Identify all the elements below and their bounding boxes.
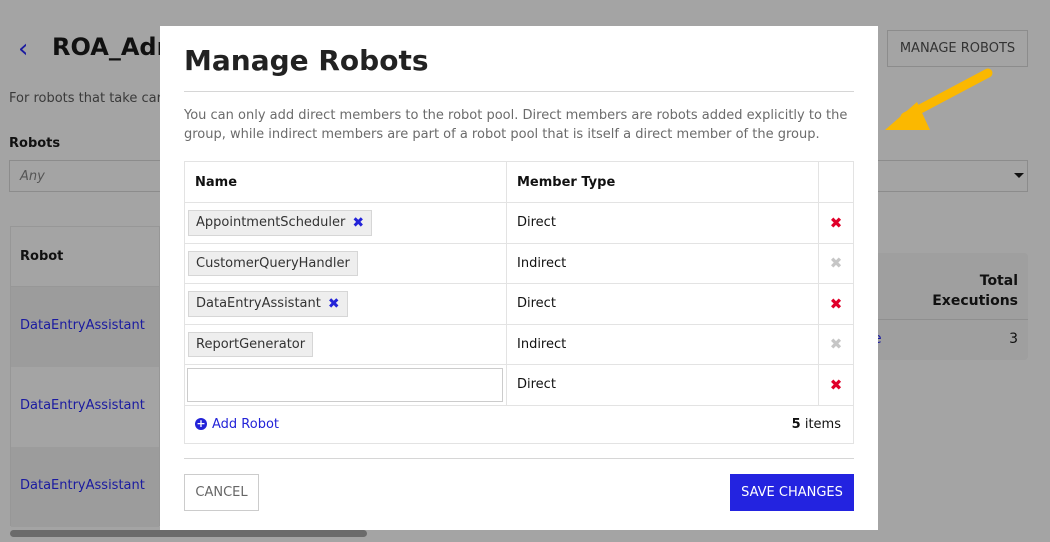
member-type: Indirect (507, 324, 819, 364)
delete-row-icon[interactable]: ✖ (819, 284, 853, 324)
table-header: Name Member Type (185, 162, 853, 203)
remove-chip-icon[interactable]: ✖ (328, 296, 340, 312)
remove-chip-icon[interactable]: ✖ (352, 215, 364, 231)
item-count: 5 items (792, 417, 841, 432)
member-type: Direct (507, 365, 819, 405)
robot-name: AppointmentScheduler (196, 215, 346, 231)
divider (184, 91, 854, 92)
column-header-robot: Robot (11, 227, 159, 287)
dialog-description: You can only add direct members to the r… (184, 108, 848, 142)
table-footer: + Add Robot 5 items (185, 406, 853, 443)
total-executions-value: 3 (1009, 331, 1018, 347)
caret-down-icon (1014, 173, 1024, 178)
robots-label: Robots (9, 136, 61, 151)
members-table: Name Member Type AppointmentScheduler ✖ D… (184, 161, 854, 444)
save-changes-button[interactable]: SAVE CHANGES (730, 474, 854, 511)
add-robot-label: Add Robot (212, 416, 280, 432)
robot-chip: CustomerQueryHandler (188, 250, 358, 276)
back-chevron-icon[interactable]: ‹ (18, 34, 28, 64)
divider (184, 458, 854, 459)
member-type: Direct (507, 284, 819, 324)
robot-name: DataEntryAssistant (196, 296, 321, 312)
table-row: AppointmentScheduler ✖ Direct ✖ (185, 203, 853, 244)
page-description: For robots that take care (9, 91, 170, 106)
member-type: Indirect (507, 243, 819, 283)
delete-row-icon[interactable]: ✖ (819, 203, 853, 243)
total-executions-header: Total Executions (932, 273, 1018, 309)
robot-chip: AppointmentScheduler ✖ (188, 209, 373, 236)
robot-name: ReportGenerator (196, 336, 306, 352)
column-header-member-type: Member Type (507, 162, 819, 202)
item-count-suffix: items (800, 416, 841, 432)
table-row: DataEntryAssistant ✖ Direct ✖ (185, 284, 853, 325)
executions-card: Total Executions e 3 (855, 253, 1028, 360)
delete-row-disabled-icon: ✖ (829, 254, 843, 273)
column-header-name: Name (185, 162, 507, 202)
item-count-number: 5 (791, 416, 801, 432)
table-row: Direct ✖ (185, 365, 853, 406)
robots-table: Robot DataEntryAssistant DataEntryAssist… (10, 226, 160, 527)
horizontal-scrollbar[interactable] (10, 530, 367, 537)
robot-name: CustomerQueryHandler (196, 255, 350, 271)
table-row: ReportGenerator Indirect ✖ (185, 324, 853, 365)
robot-name-input[interactable] (187, 367, 503, 402)
dialog-title: Manage Robots (184, 44, 429, 77)
manage-robots-dialog: Manage Robots You can only add direct me… (160, 26, 878, 530)
delete-row-disabled-icon: ✖ (829, 335, 843, 354)
annotation-arrow-icon (885, 68, 993, 130)
divider (855, 319, 1028, 320)
table-row: CustomerQueryHandler Indirect ✖ (185, 243, 853, 284)
robot-link[interactable]: DataEntryAssistant (11, 367, 159, 447)
robot-link[interactable]: DataEntryAssistant (11, 287, 159, 367)
robot-link[interactable]: DataEntryAssistant (11, 447, 159, 527)
robot-chip: ReportGenerator (188, 331, 314, 357)
plus-circle-icon: + (195, 417, 207, 430)
robot-chip: DataEntryAssistant ✖ (188, 290, 348, 317)
add-robot-button[interactable]: + Add Robot (195, 417, 279, 432)
member-type: Direct (507, 203, 819, 243)
cancel-button[interactable]: CANCEL (184, 474, 259, 511)
delete-row-icon[interactable]: ✖ (819, 365, 853, 405)
